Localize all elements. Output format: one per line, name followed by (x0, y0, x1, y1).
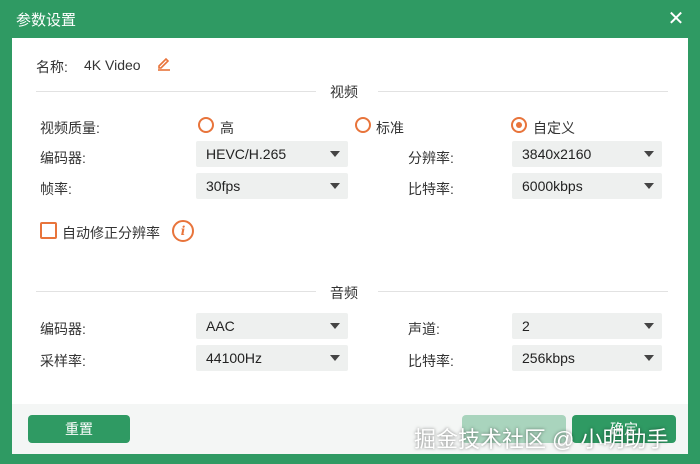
divider (378, 291, 668, 292)
auto-fix-label: 自动修正分辨率 (62, 225, 160, 241)
pencil-icon[interactable] (156, 55, 172, 74)
video-encoder-value: HEVC/H.265 (206, 146, 287, 162)
framerate-label: 帧率: (40, 181, 72, 197)
dialog-title: 参数设置 (16, 12, 77, 29)
quality-standard-label: 标准 (376, 120, 404, 136)
channel-value: 2 (522, 318, 530, 334)
video-encoder-select[interactable]: HEVC/H.265 (196, 141, 348, 167)
name-value: 4K Video (84, 57, 141, 73)
info-icon[interactable]: i (172, 220, 194, 242)
radio-high[interactable] (198, 117, 214, 133)
divider (36, 291, 316, 292)
samplerate-value: 44100Hz (206, 350, 263, 366)
chevron-down-icon (330, 151, 340, 157)
settings-panel: 名称: 4K Video 视频 视频质量: 高 标准 自定义 编码器: HEVC… (12, 38, 688, 404)
samplerate-label: 采样率: (40, 353, 86, 369)
chevron-down-icon (644, 183, 654, 189)
reset-button[interactable]: 重置 (28, 415, 130, 443)
channel-select[interactable]: 2 (512, 313, 662, 339)
radio-custom[interactable] (511, 117, 527, 133)
quality-high-label: 高 (220, 120, 234, 136)
resolution-label: 分辨率: (408, 150, 454, 166)
channel-label: 声道: (408, 321, 440, 337)
audio-section-title: 音频 (330, 285, 358, 301)
chevron-down-icon (644, 355, 654, 361)
chevron-down-icon (330, 183, 340, 189)
audio-bitrate-label: 比特率: (408, 353, 454, 369)
chevron-down-icon (644, 151, 654, 157)
resolution-select[interactable]: 3840x2160 (512, 141, 662, 167)
video-section-title: 视频 (330, 84, 358, 100)
checkbox[interactable] (40, 222, 57, 239)
framerate-select[interactable]: 30fps (196, 173, 348, 199)
divider (36, 91, 316, 92)
audio-encoder-select[interactable]: AAC (196, 313, 348, 339)
audio-encoder-value: AAC (206, 318, 235, 334)
resolution-value: 3840x2160 (522, 146, 592, 162)
dialog-titlebar: 参数设置 ✕ (0, 0, 700, 38)
video-encoder-label: 编码器: (40, 150, 86, 166)
radio-standard[interactable] (355, 117, 371, 133)
video-bitrate-select[interactable]: 6000kbps (512, 173, 662, 199)
close-icon[interactable]: ✕ (664, 7, 688, 31)
video-bitrate-label: 比特率: (408, 181, 454, 197)
name-label: 名称: (36, 59, 68, 75)
chevron-down-icon (330, 355, 340, 361)
video-quality-label: 视频质量: (40, 120, 100, 136)
samplerate-select[interactable]: 44100Hz (196, 345, 348, 371)
audio-bitrate-value: 256kbps (522, 350, 575, 366)
video-bitrate-value: 6000kbps (522, 178, 583, 194)
divider (378, 91, 668, 92)
quality-custom-label: 自定义 (533, 120, 575, 136)
audio-encoder-label: 编码器: (40, 321, 86, 337)
chevron-down-icon (644, 323, 654, 329)
watermark-text: 掘金技术社区 @ 小明助手 (414, 427, 669, 452)
framerate-value: 30fps (206, 178, 241, 194)
chevron-down-icon (330, 323, 340, 329)
audio-bitrate-select[interactable]: 256kbps (512, 345, 662, 371)
